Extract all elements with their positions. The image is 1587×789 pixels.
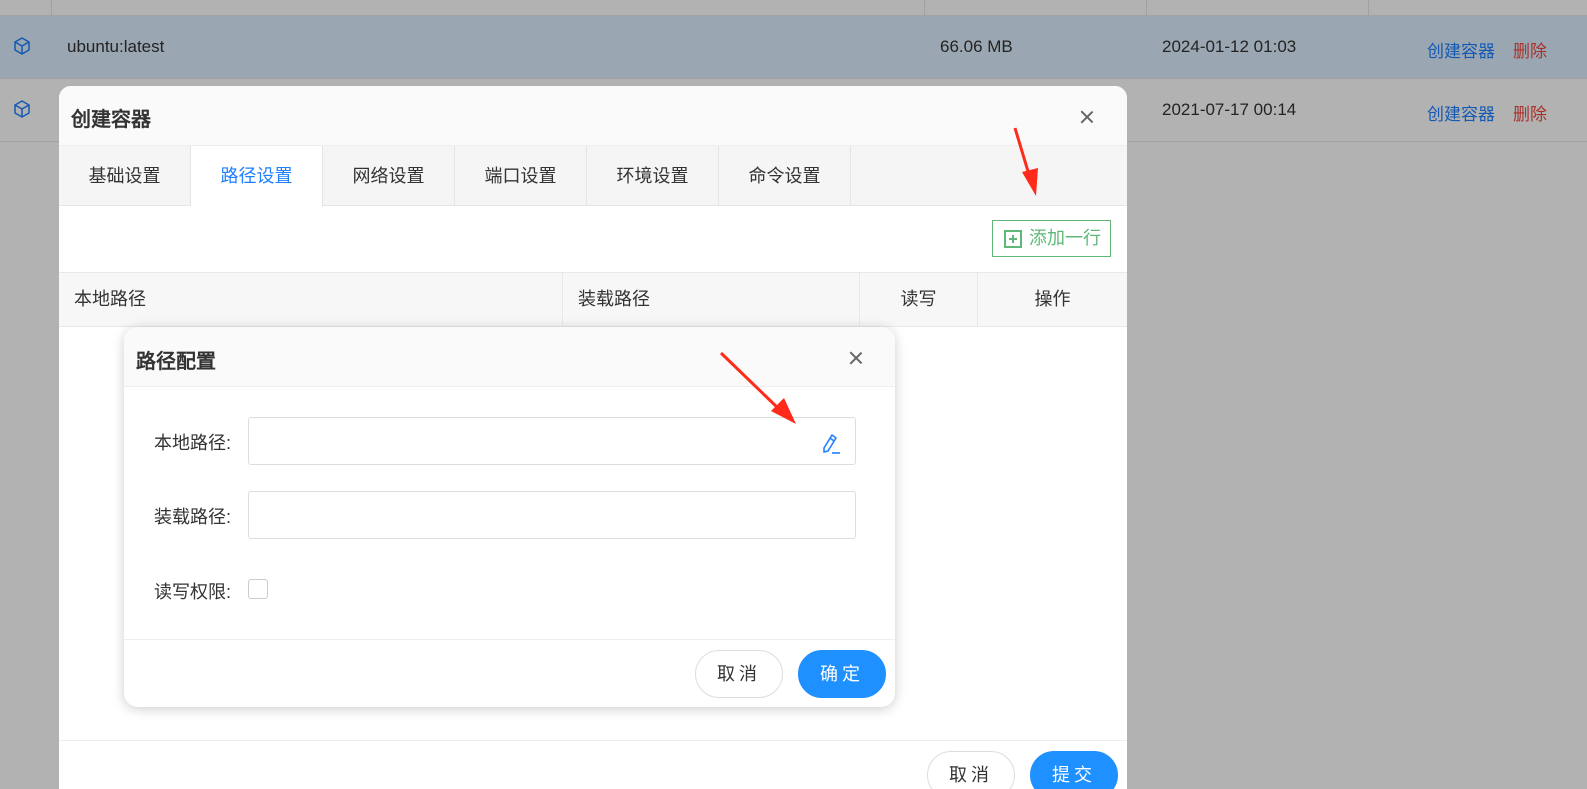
tab-path-settings[interactable]: 路径设置 (191, 146, 323, 207)
column-read-write: 读写 (860, 273, 978, 326)
dialog-footer: 取消 确定 (124, 639, 895, 707)
dialog-title: 创建容器 (71, 109, 151, 131)
tab-env-settings[interactable]: 环境设置 (587, 146, 719, 206)
column-mount-path: 装载路径 (563, 273, 860, 326)
cancel-button[interactable]: 取消 (927, 751, 1015, 789)
dialog-header: 创建容器 (59, 86, 1127, 146)
close-icon[interactable] (848, 350, 864, 366)
submit-button[interactable]: 提交 (1030, 751, 1118, 789)
tab-command-settings[interactable]: 命令设置 (719, 146, 851, 206)
settings-tabs: 基础设置 路径设置 网络设置 端口设置 环境设置 命令设置 (59, 146, 1127, 207)
local-path-label: 本地路径: (154, 433, 232, 453)
close-icon[interactable] (1079, 109, 1095, 125)
tab-port-settings[interactable]: 端口设置 (455, 146, 587, 206)
rw-permission-label: 读写权限: (154, 582, 232, 602)
dialog-footer: 取消 提交 (59, 740, 1127, 789)
mount-path-input[interactable] (248, 491, 856, 539)
column-operation: 操作 (1034, 289, 1071, 309)
path-config-dialog: 路径配置 本地路径: 装载路径: 读写权限: 取消 确定 (124, 327, 895, 707)
dialog-title: 路径配置 (136, 351, 216, 373)
add-row-label: 添加一行 (1029, 228, 1101, 248)
mount-path-label: 装载路径: (154, 507, 232, 527)
plus-square-icon (1004, 230, 1022, 248)
column-local-path: 本地路径 (59, 273, 563, 326)
path-table-header: 本地路径 装载路径 读写 操作 (59, 272, 1127, 327)
pencil-icon[interactable] (818, 431, 844, 457)
rw-permission-checkbox[interactable] (248, 579, 268, 599)
tab-basic-settings[interactable]: 基础设置 (59, 146, 191, 206)
add-row-button[interactable]: 添加一行 (992, 220, 1111, 257)
cancel-button[interactable]: 取消 (695, 650, 783, 698)
confirm-button[interactable]: 确定 (798, 650, 886, 698)
local-path-input[interactable] (248, 417, 856, 465)
dialog-header: 路径配置 (124, 327, 895, 387)
tab-network-settings[interactable]: 网络设置 (323, 146, 455, 206)
